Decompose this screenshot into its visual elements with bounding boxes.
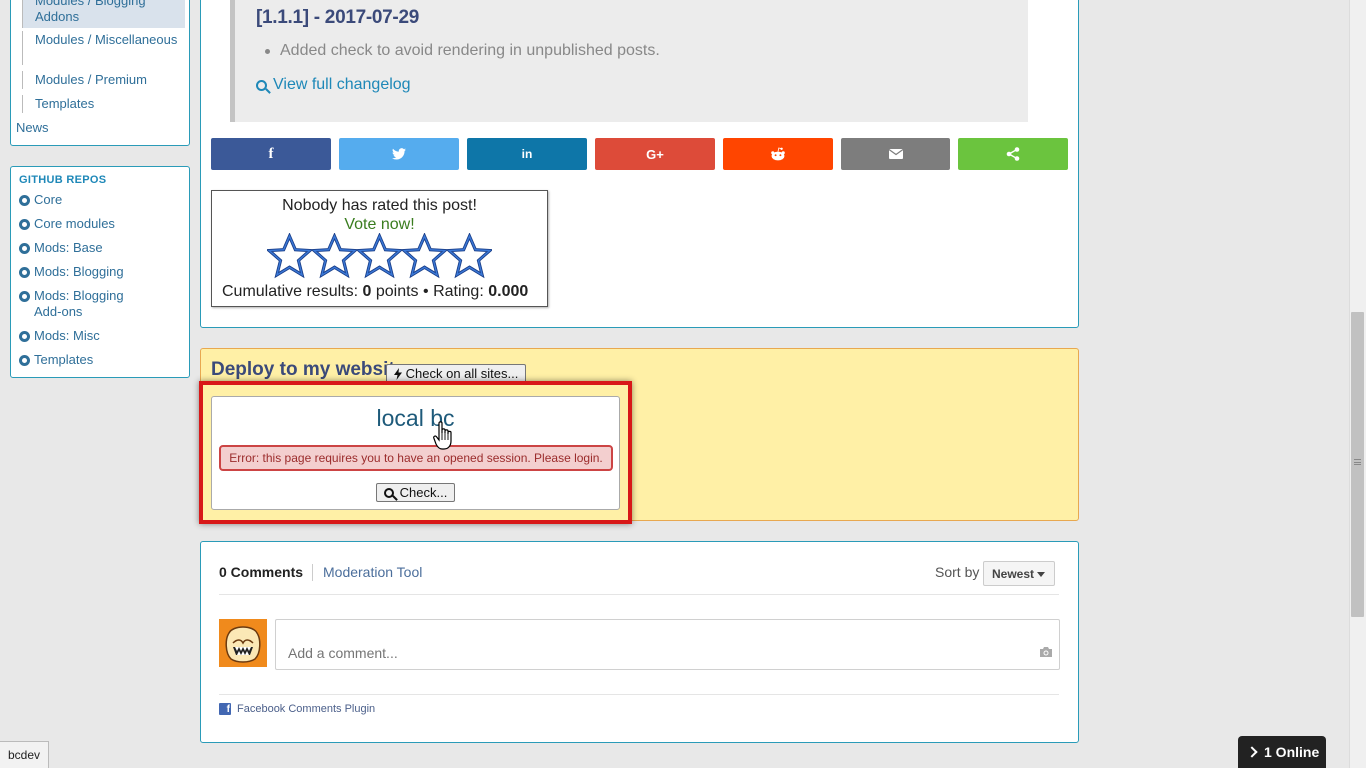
changelog-item: Added check to avoid rendering in unpubl… xyxy=(265,42,660,59)
points-value: 0 xyxy=(362,283,372,300)
share-google-plus-button[interactable]: G+ xyxy=(595,138,715,170)
repo-link-mods-base[interactable]: Mods: Base xyxy=(19,240,103,256)
star-icon[interactable] xyxy=(447,233,492,279)
twitter-icon xyxy=(392,148,406,160)
divider xyxy=(219,694,1059,695)
star-icon[interactable] xyxy=(402,233,447,279)
rating-stars xyxy=(267,233,492,279)
repo-link-mods-misc[interactable]: Mods: Misc xyxy=(19,328,100,344)
sidebar-item-modules-blogging-addons[interactable]: Modules / Blogging Addons xyxy=(22,0,185,28)
moderation-tool-link[interactable]: Moderation Tool xyxy=(323,564,422,580)
github-icon xyxy=(19,267,30,278)
google-plus-icon: G+ xyxy=(646,146,664,162)
email-icon xyxy=(888,149,903,159)
vote-now-label: Vote now! xyxy=(344,216,415,233)
scrollbar-grip xyxy=(1354,459,1361,465)
reddit-icon xyxy=(771,147,785,161)
share-facebook-button[interactable]: f xyxy=(211,138,331,170)
rating-widget: Nobody has rated this post! Vote now! Cu… xyxy=(211,190,548,307)
rating-headline: Nobody has rated this post! xyxy=(282,197,477,214)
github-icon xyxy=(19,331,30,342)
rating-value: 0.000 xyxy=(488,283,529,300)
changelog-version: [1.1.1] - 2017-07-29 xyxy=(256,7,419,28)
facebook-comments-plugin-link[interactable]: f Facebook Comments Plugin xyxy=(219,703,375,715)
star-icon[interactable] xyxy=(312,233,357,279)
hand-cursor-icon xyxy=(433,421,452,450)
divider xyxy=(219,594,1059,595)
comment-input[interactable] xyxy=(275,619,1060,670)
avatar xyxy=(219,619,267,667)
repo-link-core[interactable]: Core xyxy=(19,192,62,208)
sidebar-item-templates[interactable]: Templates xyxy=(22,95,185,113)
sidebar-item-modules-premium[interactable]: Modules / Premium xyxy=(22,71,185,89)
share-twitter-button[interactable] xyxy=(339,138,459,170)
star-icon[interactable] xyxy=(357,233,402,279)
online-users-badge[interactable]: 1 Online xyxy=(1238,736,1326,768)
share-linkedin-button[interactable]: in xyxy=(467,138,587,170)
rating-results: Cumulative results: 0 points • Rating: 0… xyxy=(222,283,529,300)
highlight-box xyxy=(199,381,632,524)
repo-link-core-modules[interactable]: Core modules xyxy=(19,216,115,232)
github-icon xyxy=(19,355,30,366)
camera-icon[interactable] xyxy=(1039,646,1053,658)
repo-link-mods-blogging[interactable]: Mods: Blogging xyxy=(19,264,124,280)
lightning-icon xyxy=(393,367,402,380)
sidebar-item-modules-miscellaneous[interactable]: Modules / Miscellaneous xyxy=(22,31,185,65)
search-icon xyxy=(256,79,267,91)
chevron-right-icon xyxy=(1246,746,1258,758)
share-email-button[interactable] xyxy=(841,138,950,170)
facebook-icon: f xyxy=(219,703,231,715)
repo-link-templates[interactable]: Templates xyxy=(19,352,93,368)
sort-select[interactable]: Newest xyxy=(983,561,1055,586)
linkedin-icon: in xyxy=(521,147,533,161)
star-icon[interactable] xyxy=(267,233,312,279)
github-icon xyxy=(19,291,30,302)
github-icon xyxy=(19,195,30,206)
facebook-icon: f xyxy=(268,145,274,162)
view-changelog-link[interactable]: View full changelog xyxy=(256,76,411,94)
status-url: bcdev xyxy=(0,741,50,768)
divider xyxy=(312,564,313,581)
share-more-button[interactable] xyxy=(958,138,1068,170)
sort-by-label: Sort by xyxy=(935,564,980,580)
share-icon xyxy=(1006,147,1020,161)
repo-link-mods-blogging-addons[interactable]: Mods: Blogging Add-ons xyxy=(19,288,149,320)
github-repos-heading: GITHUB REPOS xyxy=(19,174,107,186)
sidebar-item-news[interactable]: News xyxy=(16,120,49,135)
github-icon xyxy=(19,243,30,254)
share-reddit-button[interactable] xyxy=(723,138,833,170)
comments-count: 0 Comments xyxy=(219,564,304,580)
github-icon xyxy=(19,219,30,230)
